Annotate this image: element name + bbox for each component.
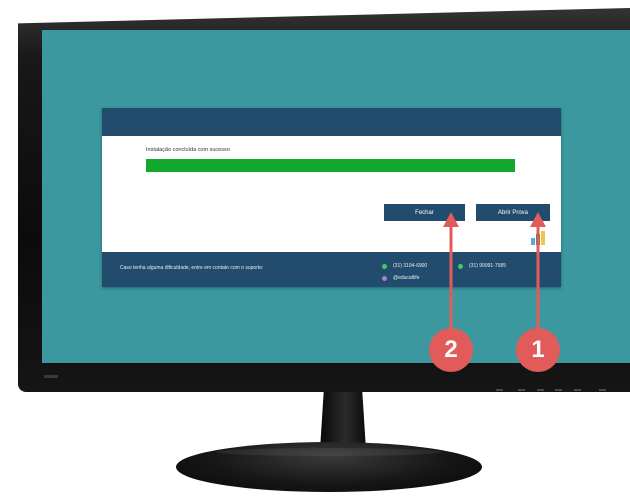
- annotation-arrows: [443, 212, 546, 328]
- arrow-2-head: [443, 212, 459, 227]
- arrow-1-head: [530, 212, 546, 227]
- step-marker-2: 2: [429, 328, 473, 372]
- step-marker-1: 1: [516, 328, 560, 372]
